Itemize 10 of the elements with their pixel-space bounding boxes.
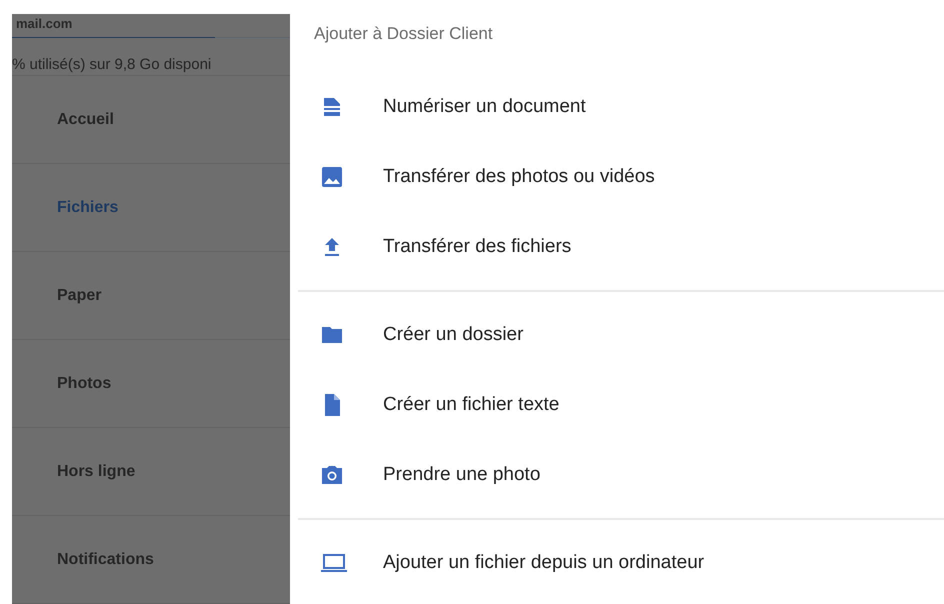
menu-item[interactable]: Créer un dossier (290, 300, 944, 370)
menu-item[interactable]: Ajouter un fichier depuis un ordinateur (290, 528, 944, 598)
laptop-icon (320, 551, 348, 575)
menu-item[interactable]: Transférer des photos ou vidéos (290, 142, 944, 212)
menu-item[interactable]: Transférer des fichiers (290, 212, 944, 282)
menu-item[interactable]: Numériser un document (290, 72, 944, 142)
menu-item[interactable]: Prendre une photo (290, 440, 944, 510)
sheet-title: Ajouter à Dossier Client (313, 23, 494, 45)
menu-item[interactable]: Créer un fichier texte (290, 370, 944, 440)
account-email: mail.com (15, 15, 74, 31)
